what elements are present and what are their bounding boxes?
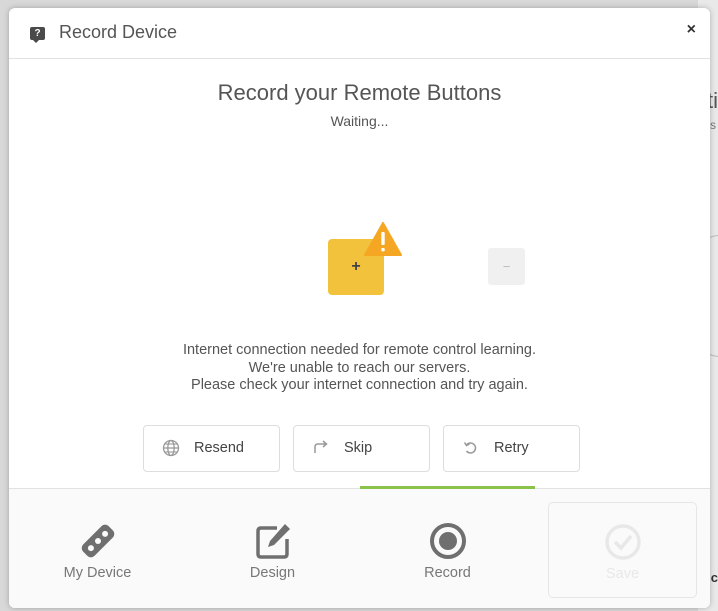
dialog-titlebar: ? Record Device × bbox=[9, 8, 710, 59]
help-icon: ? bbox=[30, 27, 45, 43]
skip-label: Skip bbox=[344, 440, 373, 456]
save-label: Save bbox=[605, 566, 640, 582]
resend-label: Resend bbox=[194, 440, 244, 456]
tab-design[interactable]: Design bbox=[185, 489, 360, 608]
error-message-line: Please check your internet connection an… bbox=[191, 377, 528, 393]
redo-arrow-icon bbox=[314, 440, 328, 453]
retry-button[interactable]: Retry bbox=[443, 425, 580, 472]
record-device-dialog: ? Record Device × Record your Remote But… bbox=[9, 8, 710, 608]
record-icon bbox=[430, 523, 466, 559]
remote-icon bbox=[81, 524, 115, 558]
error-message: Internet connection needed for remote co… bbox=[9, 342, 710, 395]
tab-design-label: Design bbox=[249, 565, 296, 581]
remove-button-tile[interactable]: − bbox=[488, 248, 525, 285]
check-circle-icon bbox=[605, 524, 641, 560]
close-button[interactable]: × bbox=[687, 21, 696, 39]
skip-button[interactable]: Skip bbox=[293, 425, 430, 472]
globe-icon bbox=[162, 439, 180, 457]
error-message-line: We're unable to reach our servers. bbox=[248, 359, 471, 376]
error-message-line: Internet connection needed for remote co… bbox=[182, 342, 537, 358]
retry-label: Retry bbox=[494, 440, 529, 456]
page-heading: Record your Remote Buttons bbox=[217, 80, 502, 105]
undo-icon bbox=[463, 442, 477, 454]
status-text: Waiting... bbox=[330, 113, 389, 129]
tab-record[interactable]: Record bbox=[360, 489, 535, 608]
edit-icon bbox=[256, 524, 290, 559]
warning-icon bbox=[364, 222, 402, 256]
background-text: c bbox=[710, 570, 718, 585]
tab-my-device-label: My Device bbox=[63, 565, 132, 581]
tab-my-device[interactable]: My Device bbox=[10, 489, 185, 608]
dialog-title: Record Device bbox=[59, 22, 178, 42]
tab-record-label: Record bbox=[424, 565, 471, 581]
resend-button[interactable]: Resend bbox=[143, 425, 280, 472]
bottom-nav: My Device Design Record Save bbox=[9, 486, 710, 608]
save-button[interactable]: Save bbox=[548, 502, 697, 598]
